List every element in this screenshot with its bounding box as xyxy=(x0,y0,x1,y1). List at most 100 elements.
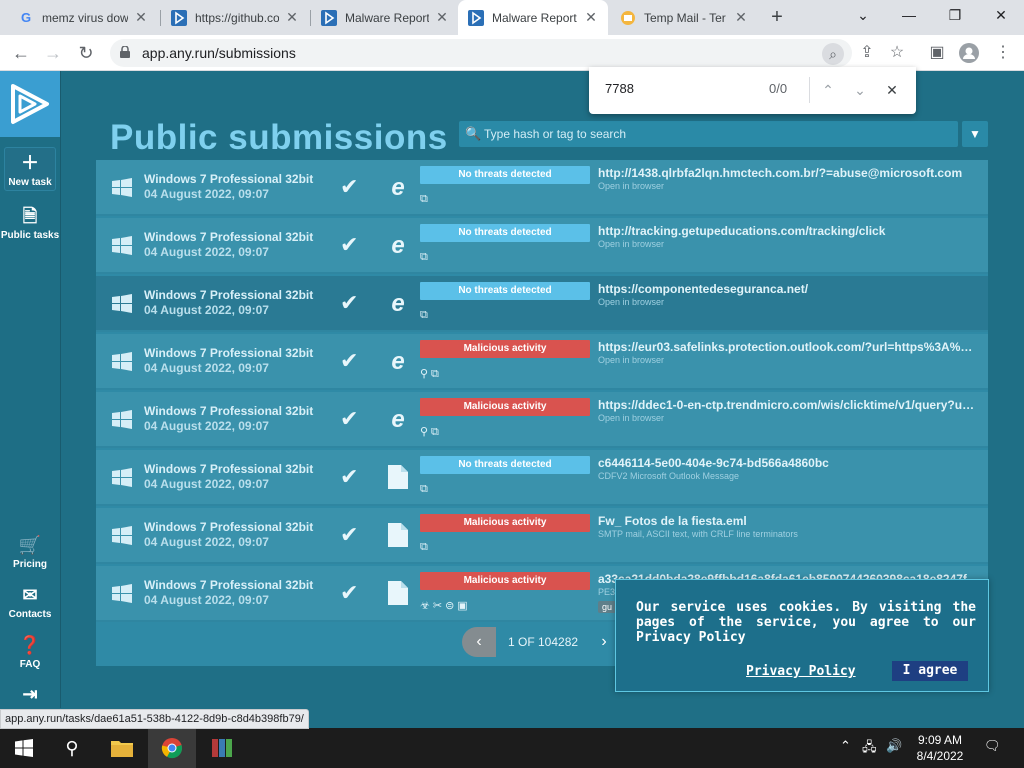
task-target[interactable]: https://eur03.safelinks.protection.outlo… xyxy=(598,340,976,354)
pagination: ‹ 1 OF 104282 › xyxy=(462,627,619,657)
table-row[interactable]: Windows 7 Professional 32bit 04 August 2… xyxy=(96,276,988,332)
tab-title: memz virus dow xyxy=(42,10,128,25)
agree-button[interactable]: I agree xyxy=(892,661,968,681)
search-icon[interactable]: ⚲ xyxy=(48,728,96,768)
windows-icon xyxy=(110,524,134,548)
sidebar-item-public-tasks[interactable]: 🗎 Public tasks xyxy=(0,205,60,241)
lock-icon xyxy=(120,45,130,58)
window-close-button[interactable]: ✕ xyxy=(978,0,1024,30)
sidebar-item-pricing[interactable]: 🛒 Pricing xyxy=(0,534,60,570)
windows-icon xyxy=(110,292,134,316)
network-icon[interactable]: 🖧 xyxy=(862,738,877,760)
search-input[interactable]: 🔍 Type hash or tag to search xyxy=(459,121,958,147)
chevron-up-icon[interactable]: ⌃ xyxy=(840,738,851,754)
filter-button[interactable]: ▼ xyxy=(962,121,988,147)
browser-toolbar: ← → ↻ app.any.run/submissions ⌕ ⇪ ☆ ▣ ⋮ xyxy=(0,35,1024,71)
address-bar[interactable]: app.any.run/submissions ⌕ xyxy=(110,39,852,67)
side-panel-icon[interactable]: ▣ xyxy=(924,40,950,66)
tag-icons: ⚲⧉ xyxy=(420,426,442,438)
page-title: Public submissions xyxy=(110,118,448,157)
check-icon: ✔ xyxy=(340,580,359,605)
task-target[interactable]: http://tracking.getupeducations.com/trac… xyxy=(598,224,976,238)
task-subtext: SMTP mail, ASCII text, with CRLF line te… xyxy=(598,529,798,539)
task-target[interactable]: http://1438.qlrbfa2lqn.hmctech.com.br/?=… xyxy=(598,166,976,180)
prev-page-button[interactable]: ‹ xyxy=(462,627,496,657)
next-page-button[interactable]: › xyxy=(590,627,619,657)
chevron-down-icon[interactable]: ⌄ xyxy=(840,0,886,30)
share-icon[interactable]: ⇪ xyxy=(854,40,880,66)
privacy-policy-link[interactable]: Privacy Policy xyxy=(746,664,856,679)
tab-malware-report-active[interactable]: Malware Report ✕ xyxy=(458,0,608,35)
windows-icon xyxy=(110,350,134,374)
task-target[interactable]: https://ddec1-0-en-ctp.trendmicro.com/wi… xyxy=(598,398,976,412)
google-icon: G xyxy=(20,10,32,25)
sidebar-item-login[interactable]: ⇥ xyxy=(0,683,60,708)
find-input[interactable]: 7788 xyxy=(605,81,634,96)
profile-avatar[interactable] xyxy=(956,40,982,66)
forward-button[interactable]: → xyxy=(40,40,66,66)
close-icon[interactable]: ✕ xyxy=(734,9,748,26)
sidebar-item-faq[interactable]: ❓ FAQ xyxy=(0,634,60,670)
chrome-icon[interactable] xyxy=(148,728,196,768)
cookie-banner: Our service uses cookies. By visiting th… xyxy=(615,579,989,692)
sidebar-item-label: Pricing xyxy=(13,559,47,570)
new-tab-button[interactable]: + xyxy=(764,4,790,30)
tab-github[interactable]: https://github.co ✕ xyxy=(161,0,309,35)
task-date: 04 August 2022, 09:07 xyxy=(144,419,269,433)
verdict-badge: Malicious activity xyxy=(420,398,590,416)
tag-icons: ⚲⧉ xyxy=(420,368,442,380)
menu-icon[interactable]: ⋮ xyxy=(990,40,1016,66)
close-icon[interactable]: ✕ xyxy=(285,9,299,26)
file-explorer-icon[interactable] xyxy=(98,728,146,768)
file-icon xyxy=(384,580,412,608)
verdict-badge: Malicious activity xyxy=(420,572,590,590)
restore-button[interactable]: ❐ xyxy=(932,0,978,30)
check-icon: ✔ xyxy=(340,174,359,199)
system-clock[interactable]: 9:09 AM 8/4/2022 xyxy=(910,732,970,764)
plus-icon: ＋ xyxy=(21,153,39,173)
volume-icon[interactable]: 🔊 xyxy=(886,738,902,754)
winrar-icon[interactable] xyxy=(198,728,246,768)
tab-malware-report[interactable]: Malware Report ✕ xyxy=(311,0,459,35)
back-button[interactable]: ← xyxy=(8,40,34,66)
task-target[interactable]: https://componentedeseguranca.net/ xyxy=(598,282,976,296)
table-row[interactable]: Windows 7 Professional 32bit 04 August 2… xyxy=(96,392,988,448)
reload-button[interactable]: ↻ xyxy=(73,40,99,66)
check-icon: ✔ xyxy=(340,348,359,373)
tab-google-search[interactable]: G memz virus dow ✕ xyxy=(8,0,158,35)
verdict-badge: No threats detected xyxy=(420,166,590,184)
close-icon[interactable]: ✕ xyxy=(881,79,903,101)
table-row[interactable]: Windows 7 Professional 32bit 04 August 2… xyxy=(96,508,988,564)
table-row[interactable]: Windows 7 Professional 32bit 04 August 2… xyxy=(96,450,988,506)
task-date: 04 August 2022, 09:07 xyxy=(144,535,269,549)
sidebar-item-contacts[interactable]: ✉ Contacts xyxy=(0,584,60,620)
filter-icon: ▼ xyxy=(969,127,981,141)
question-icon: ❓ xyxy=(18,635,42,655)
internet-explorer-icon: e xyxy=(391,348,405,375)
notification-icon[interactable]: 🗨 xyxy=(984,738,1001,754)
chevron-down-icon[interactable]: ⌄ xyxy=(849,79,871,101)
find-icon[interactable]: ⌕ xyxy=(822,43,844,65)
star-icon[interactable]: ☆ xyxy=(884,40,910,66)
verdict-badge: No threats detected xyxy=(420,224,590,242)
tag-icons: ⧉ xyxy=(420,309,431,321)
anyrun-logo[interactable] xyxy=(0,71,60,137)
check-icon: ✔ xyxy=(340,522,359,547)
task-target[interactable]: Fw_ Fotos de la fiesta.eml xyxy=(598,514,976,528)
chevron-up-icon[interactable]: ⌃ xyxy=(817,79,839,101)
sidebar-item-new-task[interactable]: ＋ New task xyxy=(4,147,56,191)
tab-temp-mail[interactable]: Temp Mail - Ter ✕ xyxy=(610,0,758,35)
task-subtext: PE3 xyxy=(598,587,616,597)
close-icon[interactable]: ✕ xyxy=(435,9,449,26)
start-button[interactable] xyxy=(0,728,48,768)
task-target[interactable]: c6446114-5e00-404e-9c74-bd566a4860bc xyxy=(598,456,976,470)
table-row[interactable]: Windows 7 Professional 32bit 04 August 2… xyxy=(96,160,988,216)
tag-icons: ⧉ xyxy=(420,541,431,553)
clock-time: 9:09 AM xyxy=(917,733,963,747)
table-row[interactable]: Windows 7 Professional 32bit 04 August 2… xyxy=(96,334,988,390)
page-indicator: 1 OF 104282 xyxy=(496,627,591,657)
table-row[interactable]: Windows 7 Professional 32bit 04 August 2… xyxy=(96,218,988,274)
close-icon[interactable]: ✕ xyxy=(134,9,148,26)
close-icon[interactable]: ✕ xyxy=(584,9,598,26)
minimize-button[interactable]: — xyxy=(886,0,932,30)
